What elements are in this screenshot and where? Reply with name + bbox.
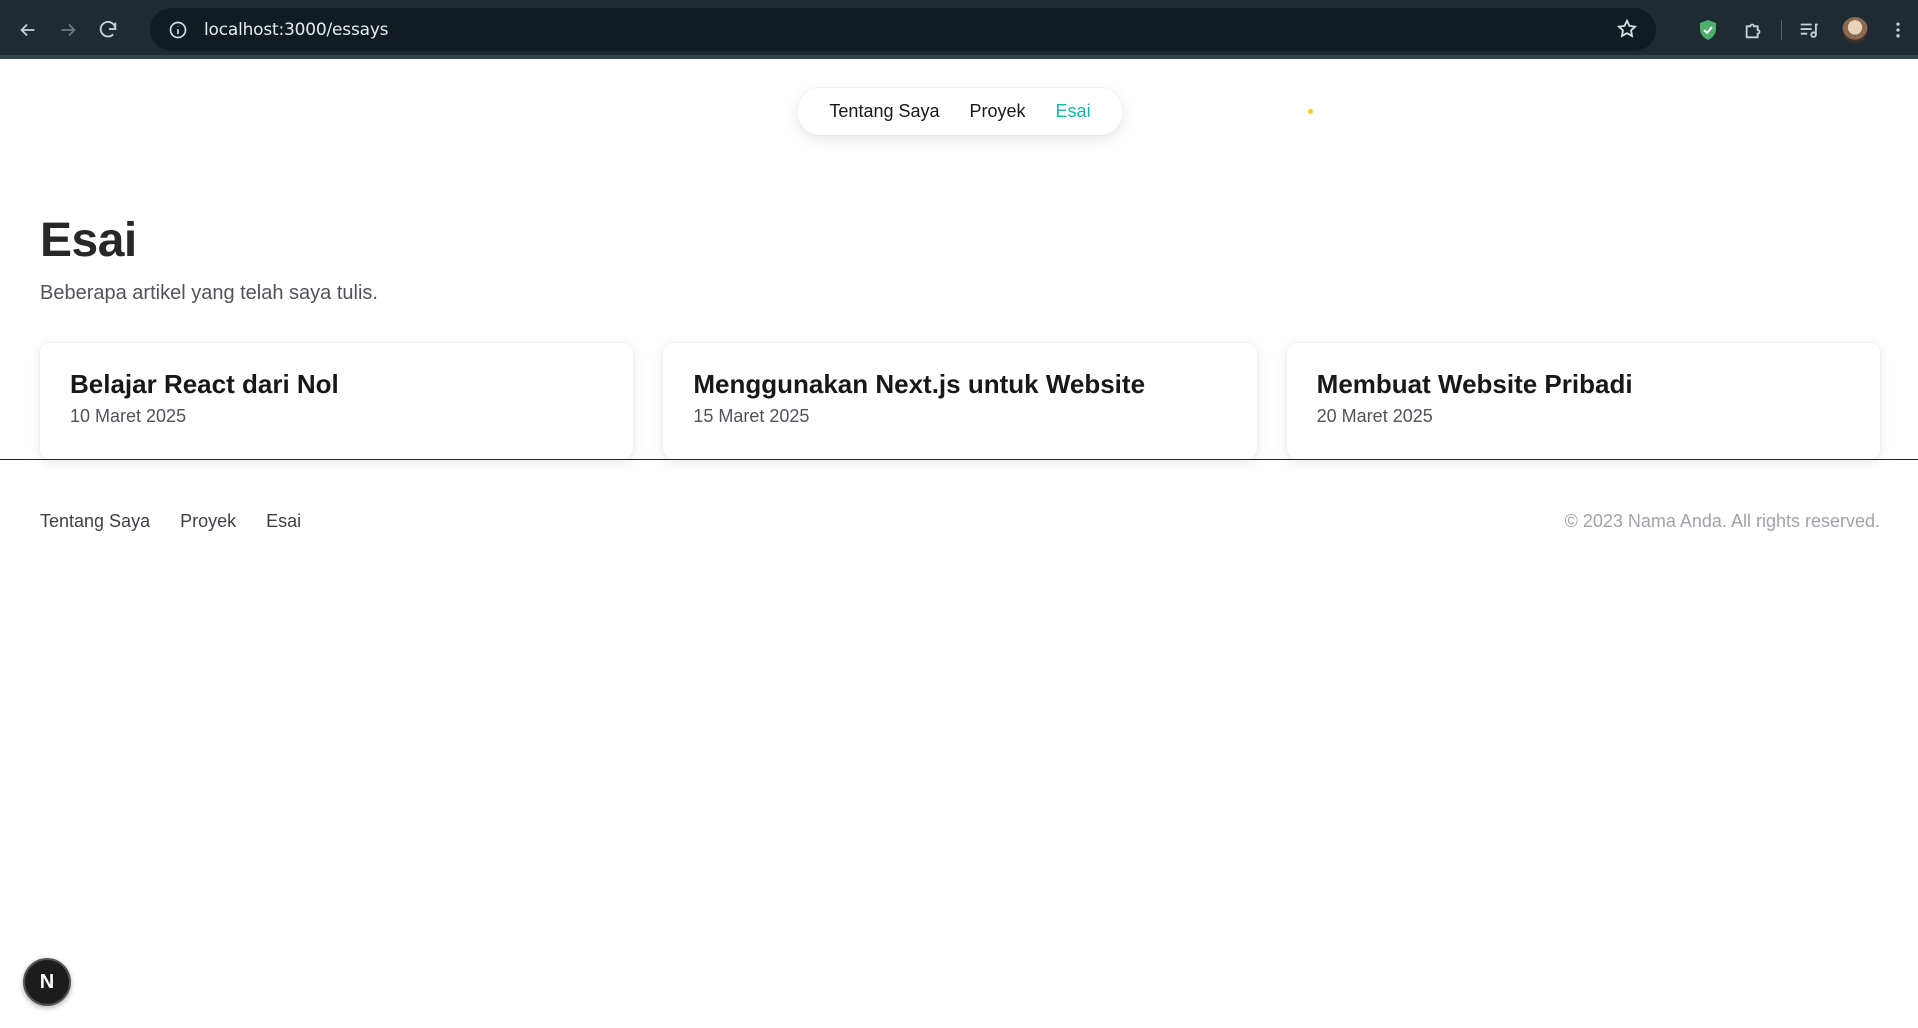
essay-date: 20 Maret 2025: [1316, 406, 1433, 427]
essay-card[interactable]: Belajar React dari Nol 10 Maret 2025: [40, 343, 634, 459]
reload-icon: [99, 20, 117, 37]
footer-link-tentang-saya[interactable]: Tentang Saya: [40, 511, 150, 532]
nextjs-logo-icon: N: [39, 970, 55, 993]
puzzle-extensions-icon[interactable]: [1731, 10, 1777, 50]
url-text[interactable]: localhost:3000/essays: [204, 20, 389, 40]
toolbar-bottom-border: [0, 55, 1918, 59]
arrow-left-icon: [20, 23, 35, 36]
essay-card[interactable]: Membuat Website Pribadi 20 Maret 2025: [1286, 343, 1880, 459]
shield-extension-icon[interactable]: [1685, 10, 1731, 50]
media-queue-icon[interactable]: [1786, 10, 1832, 50]
essay-title[interactable]: Belajar React dari Nol: [70, 369, 603, 400]
profile-avatar[interactable]: [1832, 10, 1878, 50]
decorative-dot: [1308, 109, 1313, 114]
footer-navigation: Tentang Saya Proyek Esai: [40, 511, 301, 532]
footer-divider: [0, 459, 1918, 460]
browser-toolbar: localhost:3000/essays: [0, 0, 1918, 59]
avatar: [1842, 16, 1868, 43]
copyright-text: © 2023 Nama Anda. All rights reserved.: [1564, 511, 1880, 531]
address-bar[interactable]: localhost:3000/essays: [150, 8, 1656, 51]
top-navigation: Tentang Saya Proyek Esai: [797, 88, 1123, 135]
forward-button[interactable]: [48, 10, 88, 50]
essay-title[interactable]: Membuat Website Pribadi: [1317, 369, 1850, 400]
essay-date: 15 Maret 2025: [693, 406, 810, 427]
reload-button[interactable]: [88, 10, 128, 50]
back-button[interactable]: [8, 10, 48, 50]
nav-item-esai[interactable]: Esai: [1056, 101, 1091, 122]
menu-kebab-icon[interactable]: [1878, 10, 1918, 50]
arrow-right-icon: [61, 23, 76, 36]
essay-card[interactable]: Menggunakan Next.js untuk Website 15 Mar…: [663, 343, 1257, 459]
page-subtitle: Beberapa artikel yang telah saya tulis.: [40, 282, 378, 304]
nextjs-dev-indicator-button[interactable]: N: [23, 958, 71, 1006]
essay-list: Belajar React dari Nol 10 Maret 2025 Men…: [40, 343, 1880, 459]
essay-date: 10 Maret 2025: [70, 406, 187, 427]
footer-link-esai[interactable]: Esai: [266, 511, 301, 532]
footer-link-proyek[interactable]: Proyek: [180, 511, 236, 532]
page-title: Esai: [40, 214, 137, 267]
site-info-icon[interactable]: [158, 20, 198, 40]
essay-title[interactable]: Menggunakan Next.js untuk Website: [693, 369, 1226, 400]
nav-item-proyek[interactable]: Proyek: [970, 101, 1026, 122]
toolbar-separator: [1781, 19, 1782, 40]
nav-item-tentang-saya[interactable]: Tentang Saya: [829, 101, 939, 122]
bookmark-star-icon[interactable]: [1616, 18, 1638, 45]
